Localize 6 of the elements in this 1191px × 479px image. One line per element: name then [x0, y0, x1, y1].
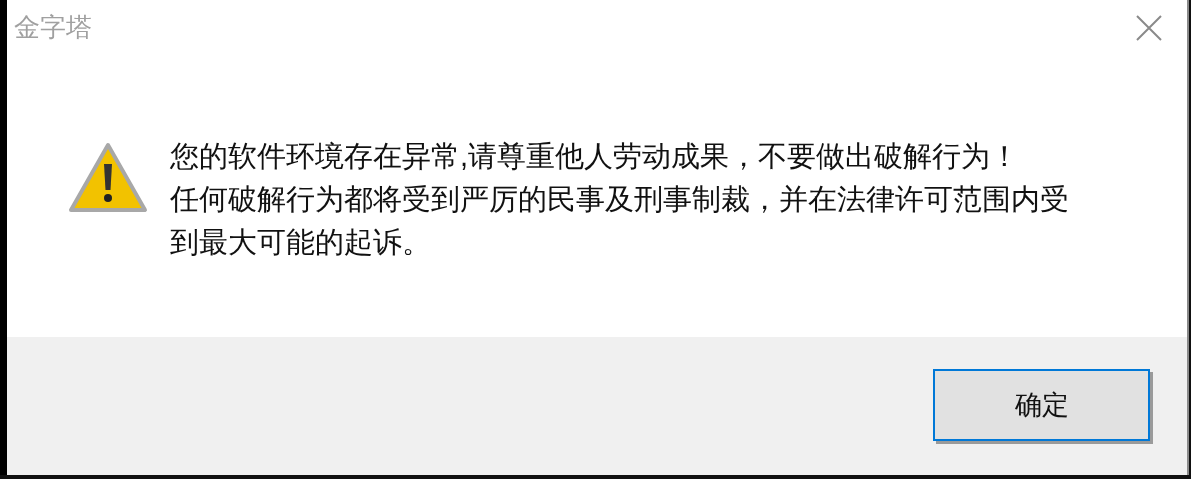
warning-icon: [68, 142, 148, 214]
message-text: 您的软件环境存在异常,请尊重他人劳动成果，不要做出破解行为！: [170, 139, 1021, 174]
window-title: 金字塔: [14, 11, 92, 44]
ok-button[interactable]: 确定: [933, 369, 1150, 441]
message-text: 任何破解行为都将受到严厉的民事及刑事制裁，并在法律许可范围内受到最大可能的起诉。: [170, 182, 1070, 260]
close-icon: [1135, 14, 1163, 42]
